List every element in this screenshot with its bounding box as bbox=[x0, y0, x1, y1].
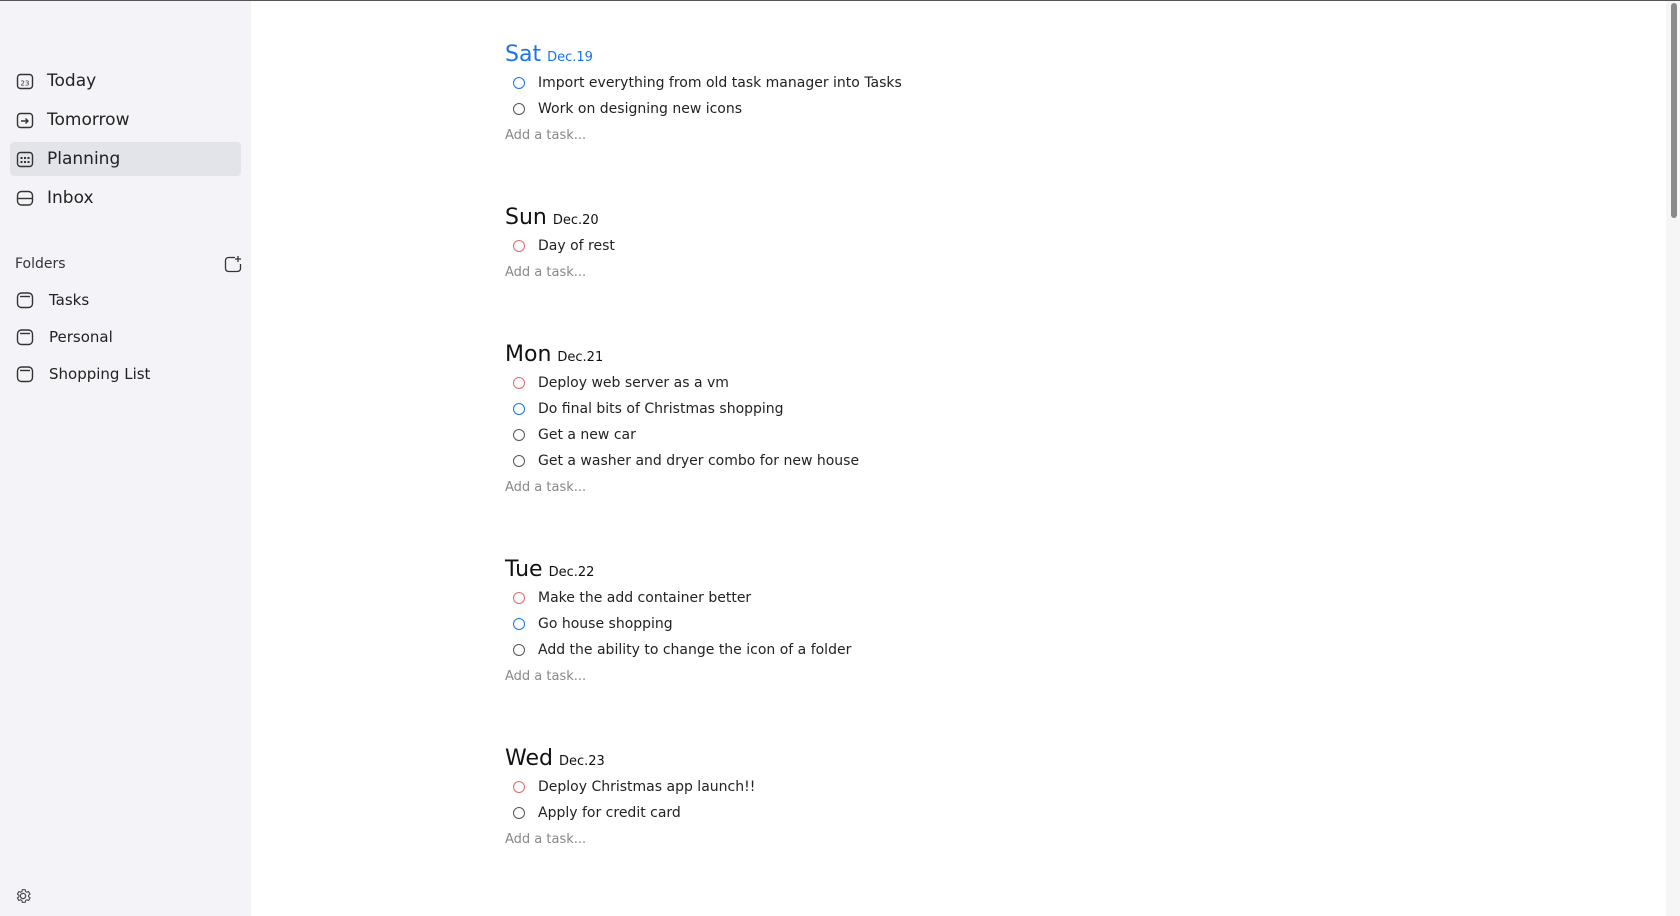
day-header: Sun Dec.20 bbox=[505, 205, 615, 233]
folder-label: Tasks bbox=[49, 291, 90, 309]
nav-item-inbox[interactable]: Inbox bbox=[10, 181, 241, 215]
folder-item-personal[interactable]: Personal bbox=[10, 321, 241, 353]
folders-title: Folders bbox=[15, 256, 66, 272]
task-text[interactable]: Add the ability to change the icon of a … bbox=[538, 642, 851, 658]
calendar-grid-icon bbox=[15, 149, 35, 169]
day-header: Mon Dec.21 bbox=[505, 342, 859, 370]
task-item: Apply for credit card bbox=[505, 800, 755, 826]
inbox-icon bbox=[15, 188, 35, 208]
task-text[interactable]: Deploy web server as a vm bbox=[538, 375, 729, 391]
task-text[interactable]: Deploy Christmas app launch!! bbox=[538, 779, 755, 795]
nav-item-today[interactable]: 23 Today bbox=[10, 64, 241, 98]
day-name: Mon bbox=[505, 342, 552, 367]
day-header: Tue Dec.22 bbox=[505, 557, 851, 585]
calendar-arrow-icon bbox=[15, 110, 35, 130]
nav-label: Tomorrow bbox=[47, 110, 130, 130]
sidebar-nav: 23 Today Tomorrow Planning Inbox bbox=[10, 64, 241, 220]
day-header: Wed Dec.23 bbox=[505, 746, 755, 774]
task-checkbox[interactable] bbox=[513, 103, 525, 115]
task-text[interactable]: Go house shopping bbox=[538, 616, 673, 632]
day-group-mon: Mon Dec.21 Deploy web server as a vm Do … bbox=[505, 342, 859, 500]
task-checkbox[interactable] bbox=[513, 644, 525, 656]
day-group-sun: Sun Dec.20 Day of rest Add a task... bbox=[505, 205, 615, 285]
folder-item-shopping-list[interactable]: Shopping List bbox=[10, 358, 241, 390]
folder-icon bbox=[15, 327, 35, 347]
add-folder-icon[interactable] bbox=[224, 255, 242, 273]
task-text[interactable]: Get a new car bbox=[538, 427, 636, 443]
task-checkbox[interactable] bbox=[513, 240, 525, 252]
task-checkbox[interactable] bbox=[513, 77, 525, 89]
task-item: Get a washer and dryer combo for new hou… bbox=[505, 448, 859, 474]
sidebar: 23 Today Tomorrow Planning Inbox Folders bbox=[0, 1, 251, 916]
task-item: Go house shopping bbox=[505, 611, 851, 637]
vertical-scrollbar[interactable] bbox=[1666, 1, 1680, 916]
day-name: Tue bbox=[505, 557, 543, 582]
task-checkbox[interactable] bbox=[513, 429, 525, 441]
day-header: Sat Dec.19 bbox=[505, 42, 902, 70]
task-item: Do final bits of Christmas shopping bbox=[505, 396, 859, 422]
day-group-wed: Wed Dec.23 Deploy Christmas app launch!!… bbox=[505, 746, 755, 852]
day-date: Dec.21 bbox=[557, 350, 604, 365]
task-text[interactable]: Work on designing new icons bbox=[538, 101, 742, 117]
task-item: Import everything from old task manager … bbox=[505, 70, 902, 96]
task-checkbox[interactable] bbox=[513, 377, 525, 389]
add-task-input[interactable]: Add a task... bbox=[505, 474, 859, 500]
folder-list: Tasks Personal Shopping List bbox=[10, 284, 241, 395]
add-task-input[interactable]: Add a task... bbox=[505, 663, 851, 689]
task-text[interactable]: Make the add container better bbox=[538, 590, 751, 606]
day-group-tue: Tue Dec.22 Make the add container better… bbox=[505, 557, 851, 689]
task-item: Day of rest bbox=[505, 233, 615, 259]
folders-header: Folders bbox=[15, 253, 242, 275]
task-checkbox[interactable] bbox=[513, 592, 525, 604]
day-date: Dec.20 bbox=[552, 213, 599, 228]
task-text[interactable]: Import everything from old task manager … bbox=[538, 75, 902, 91]
folder-label: Shopping List bbox=[49, 365, 151, 383]
task-text[interactable]: Day of rest bbox=[538, 238, 615, 254]
today-icon-number: 23 bbox=[21, 80, 30, 88]
task-item: Make the add container better bbox=[505, 585, 851, 611]
task-checkbox[interactable] bbox=[513, 618, 525, 630]
task-text[interactable]: Do final bits of Christmas shopping bbox=[538, 401, 784, 417]
task-item: Add the ability to change the icon of a … bbox=[505, 637, 851, 663]
calendar-today-icon: 23 bbox=[15, 71, 35, 91]
task-text[interactable]: Apply for credit card bbox=[538, 805, 681, 821]
day-name: Sun bbox=[505, 205, 547, 230]
folder-label: Personal bbox=[49, 328, 113, 346]
day-name: Wed bbox=[505, 746, 553, 771]
add-task-input[interactable]: Add a task... bbox=[505, 122, 902, 148]
planning-main: Sat Dec.19 Import everything from old ta… bbox=[251, 1, 1666, 916]
settings-gear-icon[interactable] bbox=[14, 887, 32, 905]
folder-icon bbox=[15, 364, 35, 384]
task-item: Get a new car bbox=[505, 422, 859, 448]
day-group-sat: Sat Dec.19 Import everything from old ta… bbox=[505, 42, 902, 148]
nav-label: Inbox bbox=[47, 188, 94, 208]
task-checkbox[interactable] bbox=[513, 455, 525, 467]
day-name: Sat bbox=[505, 42, 542, 67]
task-checkbox[interactable] bbox=[513, 781, 525, 793]
day-date: Dec.23 bbox=[558, 754, 605, 769]
nav-label: Planning bbox=[47, 149, 121, 169]
nav-label: Today bbox=[47, 71, 97, 91]
add-task-input[interactable]: Add a task... bbox=[505, 826, 755, 852]
task-text[interactable]: Get a washer and dryer combo for new hou… bbox=[538, 453, 859, 469]
scrollbar-thumb[interactable] bbox=[1671, 3, 1677, 218]
task-checkbox[interactable] bbox=[513, 403, 525, 415]
day-date: Dec.19 bbox=[547, 50, 593, 65]
nav-item-tomorrow[interactable]: Tomorrow bbox=[10, 103, 241, 137]
task-item: Deploy web server as a vm bbox=[505, 370, 859, 396]
folder-item-tasks[interactable]: Tasks bbox=[10, 284, 241, 316]
add-task-input[interactable]: Add a task... bbox=[505, 259, 615, 285]
task-checkbox[interactable] bbox=[513, 807, 525, 819]
day-date: Dec.22 bbox=[548, 565, 595, 580]
nav-item-planning[interactable]: Planning bbox=[10, 142, 241, 176]
task-item: Work on designing new icons bbox=[505, 96, 902, 122]
task-item: Deploy Christmas app launch!! bbox=[505, 774, 755, 800]
folder-icon bbox=[15, 290, 35, 310]
